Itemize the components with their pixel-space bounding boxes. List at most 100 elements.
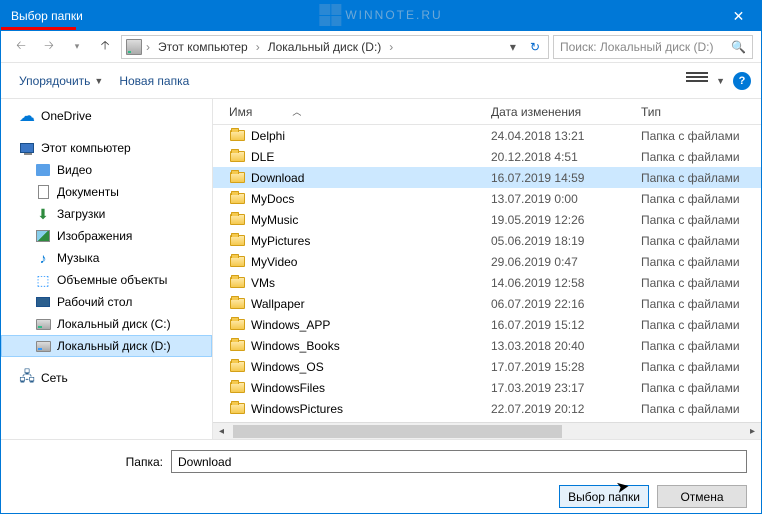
folder-icon (229, 401, 245, 417)
organize-button[interactable]: Упорядочить▼ (11, 70, 111, 92)
pc-icon (19, 140, 35, 156)
table-row[interactable]: Windows_APP16.07.2019 15:12Папка с файла… (213, 314, 761, 335)
chevron-right-icon[interactable]: › (254, 40, 262, 54)
sidebar-item-label: Локальный диск (C:) (57, 317, 171, 331)
close-button[interactable]: ✕ (716, 1, 761, 31)
column-header-name[interactable]: Имя︿ (221, 105, 491, 119)
table-row[interactable]: WindowsPictures22.07.2019 20:12Папка с ф… (213, 398, 761, 419)
table-row[interactable]: DLE20.12.2018 4:51Папка с файлами (213, 146, 761, 167)
sidebar-item-this-pc[interactable]: Этот компьютер (1, 137, 212, 159)
drive-icon (35, 338, 51, 354)
table-row[interactable]: Delphi24.04.2018 13:21Папка с файлами (213, 125, 761, 146)
sidebar-item-drive-c[interactable]: Локальный диск (C:) (1, 313, 212, 335)
table-row[interactable]: Windows_Books13.03.2018 20:40Папка с фай… (213, 335, 761, 356)
folder-icon (229, 296, 245, 312)
sidebar-item-network[interactable]: 🖧Сеть (1, 367, 212, 389)
search-placeholder: Поиск: Локальный диск (D:) (560, 40, 713, 54)
cloud-icon: ☁ (19, 108, 35, 124)
titlebar: Выбор папки ✕ (1, 1, 761, 31)
table-row[interactable]: MyVideo29.06.2019 0:47Папка с файлами (213, 251, 761, 272)
folder-icon (229, 212, 245, 228)
folder-name-input[interactable] (171, 450, 747, 473)
address-bar[interactable]: › Этот компьютер › Локальный диск (D:) ›… (121, 35, 549, 59)
file-name: VMs (251, 276, 275, 290)
folder-icon (229, 338, 245, 354)
file-type: Папка с файлами (641, 381, 761, 395)
scrollbar-thumb[interactable] (233, 425, 562, 438)
sidebar-item-pictures[interactable]: Изображения (1, 225, 212, 247)
scroll-left-icon[interactable]: ◂ (213, 423, 230, 439)
cancel-button[interactable]: Отмена (657, 485, 747, 508)
column-headers: Имя︿ Дата изменения Тип (213, 99, 761, 125)
refresh-icon[interactable]: ↻ (526, 40, 544, 54)
table-row[interactable]: MyMusic 19.05.2019 12:26Папка с файлами (213, 209, 761, 230)
folder-icon (229, 128, 245, 144)
table-row[interactable]: Windows_OS17.07.2019 15:28Папка с файлам… (213, 356, 761, 377)
sidebar-item-videos[interactable]: Видео (1, 159, 212, 181)
sidebar-item-drive-d[interactable]: Локальный диск (D:) (1, 335, 212, 357)
scroll-right-icon[interactable]: ▸ (744, 423, 761, 439)
nav-recent-dropdown[interactable]: ▾ (65, 35, 89, 59)
sidebar-item-music[interactable]: ♪Музыка (1, 247, 212, 269)
sidebar-item-label: Объемные объекты (57, 273, 167, 287)
breadcrumb-drive-d[interactable]: Локальный диск (D:) (264, 36, 386, 58)
view-options-button[interactable] (686, 72, 708, 90)
help-icon[interactable]: ? (733, 72, 751, 90)
file-date: 29.06.2019 0:47 (491, 255, 641, 269)
sidebar-item-3d[interactable]: ⬚ Объемные объекты (1, 269, 212, 291)
sidebar-item-label: Загрузки (57, 207, 105, 221)
search-input[interactable]: Поиск: Локальный диск (D:) 🔍 (553, 35, 753, 59)
file-date: 06.07.2019 22:16 (491, 297, 641, 311)
folder-icon (229, 233, 245, 249)
file-type: Папка с файлами (641, 339, 761, 353)
chevron-down-icon[interactable]: ▼ (716, 76, 725, 86)
folder-icon (229, 275, 245, 291)
table-row[interactable]: WindowsFiles17.03.2019 23:17Папка с файл… (213, 377, 761, 398)
sidebar-item-label: Видео (57, 163, 92, 177)
music-icon: ♪ (35, 250, 51, 266)
scrollbar-horizontal[interactable]: ◂ ▸ (213, 422, 761, 439)
file-type: Папка с файлами (641, 360, 761, 374)
sidebar-item-downloads[interactable]: ⬇Загрузки (1, 203, 212, 225)
file-date: 05.06.2019 18:19 (491, 234, 641, 248)
cube-icon: ⬚ (35, 272, 51, 288)
file-name: MyMusic (251, 213, 298, 227)
new-folder-button[interactable]: Новая папка (111, 70, 197, 92)
address-dropdown[interactable]: ▾ (506, 40, 520, 54)
sidebar-item-label: Рабочий стол (57, 295, 132, 309)
folder-icon (229, 170, 245, 186)
sidebar-item-label: Документы (57, 185, 119, 199)
chevron-right-icon[interactable]: › (387, 40, 395, 54)
breadcrumb-this-pc[interactable]: Этот компьютер (154, 36, 252, 58)
table-row[interactable]: Download16.07.2019 14:59Папка с файлами (213, 167, 761, 188)
table-row[interactable]: MyDocs13.07.2019 0:00Папка с файлами (213, 188, 761, 209)
sidebar-item-label: Этот компьютер (41, 141, 131, 155)
select-folder-button[interactable]: Выбор папки (559, 485, 649, 508)
file-type: Папка с файлами (641, 129, 761, 143)
nav-forward-button[interactable]: 🡢 (37, 35, 61, 59)
folder-icon (229, 380, 245, 396)
file-date: 16.07.2019 15:12 (491, 318, 641, 332)
table-row[interactable]: MyPictures05.06.2019 18:19Папка с файлам… (213, 230, 761, 251)
file-date: 19.05.2019 12:26 (491, 213, 641, 227)
window-title: Выбор папки (11, 9, 716, 23)
sidebar: ☁ OneDrive Этот компьютер Видео Документ… (1, 99, 213, 439)
table-row[interactable]: Wallpaper06.07.2019 22:16Папка с файлами (213, 293, 761, 314)
column-header-date[interactable]: Дата изменения (491, 105, 641, 119)
chevron-right-icon[interactable]: › (144, 40, 152, 54)
sidebar-item-label: Сеть (41, 371, 68, 385)
file-type: Папка с файлами (641, 192, 761, 206)
nav-back-button[interactable]: 🡠 (9, 35, 33, 59)
sidebar-item-onedrive[interactable]: ☁ OneDrive (1, 105, 212, 127)
file-date: 20.12.2018 4:51 (491, 150, 641, 164)
nav-up-button[interactable]: 🡡 (93, 35, 117, 59)
file-list[interactable]: Delphi24.04.2018 13:21Папка с файламиDLE… (213, 125, 761, 422)
sidebar-item-documents[interactable]: Документы (1, 181, 212, 203)
file-type: Папка с файлами (641, 213, 761, 227)
file-pane: Имя︿ Дата изменения Тип Delphi24.04.2018… (213, 99, 761, 439)
sidebar-item-desktop[interactable]: Рабочий стол (1, 291, 212, 313)
desktop-icon (35, 294, 51, 310)
folder-icon (229, 254, 245, 270)
table-row[interactable]: VMs14.06.2019 12:58Папка с файлами (213, 272, 761, 293)
column-header-type[interactable]: Тип (641, 105, 761, 119)
